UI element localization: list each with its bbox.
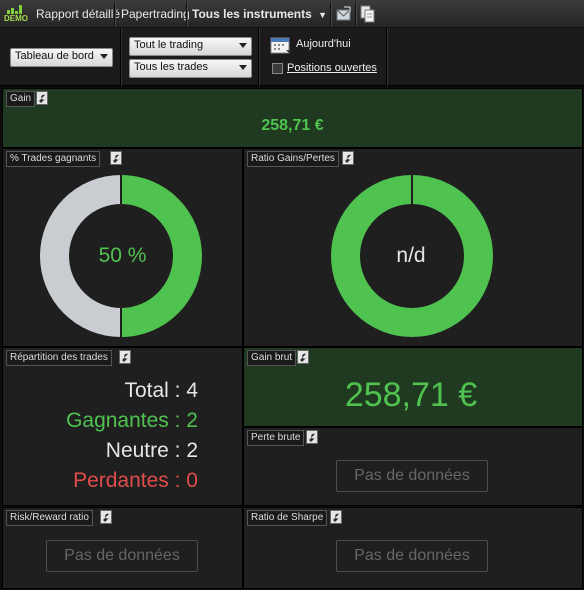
demo-logo: DEMO	[4, 5, 28, 23]
ratio-value: n/d	[396, 244, 426, 267]
gross-gain-value: 258,71 €	[344, 376, 478, 414]
gross-loss-panel: Perte brute Pas de données	[243, 427, 583, 506]
panel-title: Perte brute	[247, 430, 305, 446]
wrench-icon[interactable]	[297, 350, 309, 364]
panel-title: Ratio Gains/Pertes	[247, 151, 339, 167]
copy-icon[interactable]	[360, 5, 376, 23]
wrench-icon[interactable]	[36, 91, 48, 105]
gross-loss-no-data: Pas de données	[336, 460, 488, 492]
chevron-down-icon	[239, 65, 247, 70]
panel-title: Gain	[6, 91, 36, 107]
panel-title: Gain brut	[247, 350, 297, 366]
account-tab[interactable]: Papertrading	[121, 0, 190, 28]
filter-bar: Tableau de bord Tout le trading Tous les…	[0, 28, 584, 86]
calendar-icon[interactable]	[270, 35, 292, 55]
profit-loss-ratio-panel: Ratio Gains/Pertes n/d	[243, 148, 583, 347]
chevron-down-icon	[239, 43, 247, 48]
open-positions-checkbox[interactable]	[272, 63, 283, 74]
winning-trades: Gagnantes : 2	[66, 409, 198, 432]
logo-bars-icon	[7, 5, 25, 14]
wrench-icon[interactable]	[100, 510, 112, 524]
instruments-dropdown[interactable]: Tous les instruments ▼	[192, 0, 327, 28]
neutral-trades: Neutre : 2	[105, 439, 198, 462]
date-range-label[interactable]: Aujourd'hui	[296, 38, 351, 50]
win-percentage-panel: % Trades gagnants 50 %	[2, 148, 243, 347]
chevron-down-icon: ▼	[318, 10, 328, 20]
trades-select[interactable]: Tous les trades	[129, 59, 252, 78]
trade-breakdown-panel: Répartition des trades Total : 4 Gagnant…	[2, 347, 243, 506]
dashboard-select-value: Tableau de bord	[15, 50, 94, 62]
wrench-icon[interactable]	[306, 430, 318, 444]
wrench-icon[interactable]	[330, 510, 342, 524]
top-toolbar: DEMO Rapport détaillé Papertrading Tous …	[0, 0, 584, 28]
mail-export-icon[interactable]	[336, 6, 352, 22]
panel-title: % Trades gagnants	[6, 151, 101, 167]
panel-title: Ratio de Sharpe	[247, 510, 328, 526]
trading-select-value: Tout le trading	[134, 39, 204, 51]
gross-gain-panel: Gain brut 258,71 €	[243, 347, 583, 427]
open-positions-label[interactable]: Positions ouvertes	[287, 62, 377, 74]
dashboard-select[interactable]: Tableau de bord	[10, 48, 113, 67]
sharpe-no-data: Pas de données	[336, 540, 488, 572]
wrench-icon[interactable]	[110, 151, 122, 165]
sharpe-ratio-panel: Ratio de Sharpe Pas de données	[243, 507, 583, 589]
wrench-icon[interactable]	[342, 151, 354, 165]
total-trades: Total : 4	[124, 379, 198, 402]
chevron-down-icon	[100, 54, 108, 59]
win-percentage-value: 50 %	[98, 244, 147, 267]
detailed-report-tab[interactable]: Rapport détaillé	[36, 0, 120, 28]
instruments-label: Tous les instruments	[192, 7, 312, 21]
gain-panel: Gain 258,71 €	[2, 88, 583, 148]
panel-title: Risk/Reward ratio	[6, 510, 93, 526]
panel-title: Répartition des trades	[6, 350, 112, 366]
wrench-icon[interactable]	[119, 350, 131, 364]
gain-value: 258,71 €	[261, 117, 324, 134]
risk-reward-panel: Risk/Reward ratio Pas de données	[2, 507, 243, 589]
logo-text: DEMO	[4, 14, 28, 23]
trades-select-value: Tous les trades	[134, 61, 208, 73]
losing-trades: Perdantes : 0	[73, 469, 198, 492]
trading-select[interactable]: Tout le trading	[129, 37, 252, 56]
risk-reward-no-data: Pas de données	[46, 540, 198, 572]
